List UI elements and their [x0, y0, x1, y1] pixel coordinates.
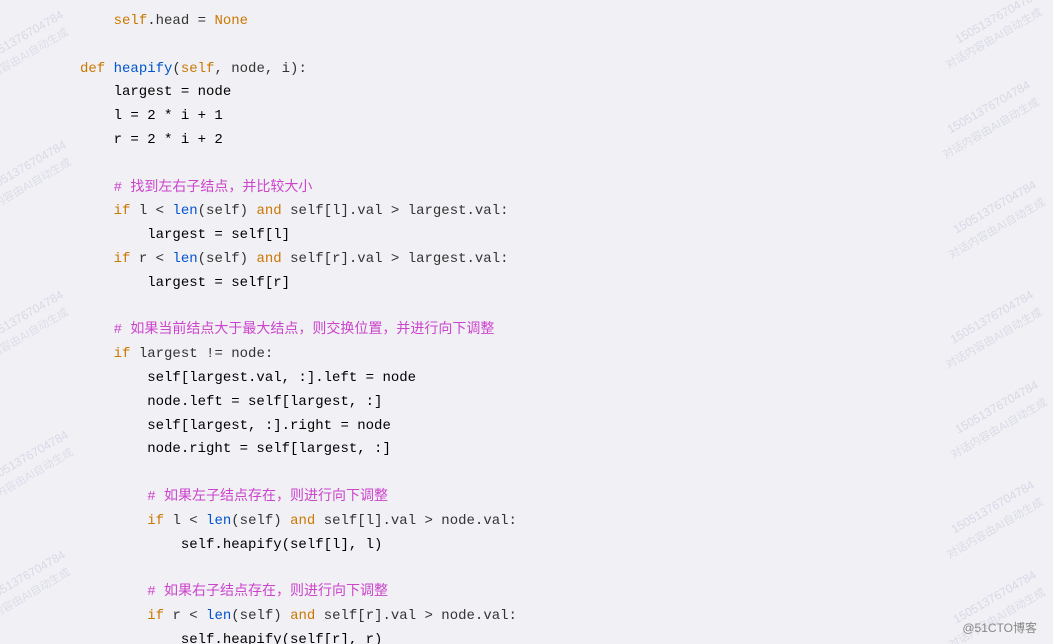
code-line-blank2 [80, 153, 1033, 177]
code-container: self.head = None def heapify(self, node,… [0, 0, 1053, 644]
code-line-heapify-r: self.heapify(self[r], r) [80, 629, 1033, 644]
code-line-if1: if l < len(self) and self[l].val > large… [80, 200, 1033, 224]
code-line-comment4: # 如果右子结点存在，则进行向下调整 [80, 581, 1033, 605]
code-line-swap1: self[largest.val, :].left = node [80, 367, 1033, 391]
code-line-blank4 [80, 462, 1033, 486]
code-line-r: r = 2 * i + 2 [80, 129, 1033, 153]
footer-label: @51CTO博客 [962, 619, 1037, 636]
code-line-comment2: # 如果当前结点大于最大结点，则交换位置，并进行向下调整 [80, 319, 1033, 343]
code-line-if3: if largest != node: [80, 343, 1033, 367]
code-line-comment1: # 找到左右子结点，并比较大小 [80, 177, 1033, 201]
code-line-largest-l: largest = self[l] [80, 224, 1033, 248]
code-line-largest-r: largest = self[r] [80, 272, 1033, 296]
code-line-comment3: # 如果左子结点存在，则进行向下调整 [80, 486, 1033, 510]
code-line-blank1 [80, 34, 1033, 58]
code-line-if4: if l < len(self) and self[l].val > node.… [80, 510, 1033, 534]
code-line-if2: if r < len(self) and self[r].val > large… [80, 248, 1033, 272]
code-block: self.head = None def heapify(self, node,… [0, 0, 1053, 644]
code-line-if5: if r < len(self) and self[r].val > node.… [80, 605, 1033, 629]
code-line-swap2: node.left = self[largest, :] [80, 391, 1033, 415]
code-line-blank5 [80, 557, 1033, 581]
code-line-swap4: node.right = self[largest, :] [80, 438, 1033, 462]
code-line-swap3: self[largest, :].right = node [80, 415, 1033, 439]
code-line-l: l = 2 * i + 1 [80, 105, 1033, 129]
code-line-largest: largest = node [80, 81, 1033, 105]
code-line-blank3 [80, 296, 1033, 320]
code-line-def: def heapify(self, node, i): [80, 58, 1033, 82]
code-line-heapify-l: self.heapify(self[l], l) [80, 534, 1033, 558]
code-line-1: self.head = None [80, 10, 1033, 34]
